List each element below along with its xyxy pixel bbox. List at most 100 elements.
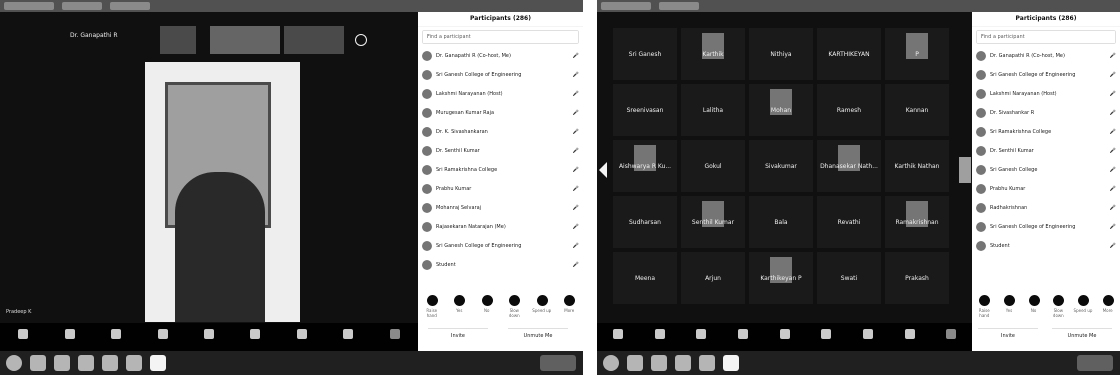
next-page-icon[interactable] [959,157,971,183]
participant-thumbnail[interactable] [210,26,280,54]
video-tile[interactable]: Senthil Kumar [681,196,745,248]
browser-icon[interactable] [30,355,46,371]
video-tile[interactable]: Sreenivasan [613,84,677,136]
record-button[interactable] [855,329,881,341]
leave-button[interactable] [938,329,964,341]
participant-row[interactable]: Sri Ganesh College of Engineering 🎤 [972,218,1120,237]
reaction-yes-icon[interactable] [454,295,466,306]
participant-row[interactable]: Radhakrishnan 🎤 [972,199,1120,218]
video-tile[interactable]: Karthikeyan P [749,252,813,304]
leave-button[interactable] [382,329,408,341]
unmute-button[interactable] [605,329,631,341]
unmute-me-button[interactable]: Unmute Me [508,328,568,343]
participant-row[interactable]: Lakshmi Narayanan (Host) 🎤 [418,85,583,104]
video-tile[interactable]: Sudharsan [613,196,677,248]
video-tile[interactable]: Swati [817,252,881,304]
zoom-taskbar-icon[interactable] [150,355,166,371]
participant-row[interactable]: Dr. Ganapathi R (Co-host, Me) 🎤 [972,47,1120,66]
unmute-me-button[interactable]: Unmute Me [1052,328,1112,343]
video-tile[interactable]: Ramesh [817,84,881,136]
participant-row[interactable]: Sri Ganesh College of Engineering 🎤 [418,66,583,85]
video-tile[interactable]: Arjun [681,252,745,304]
video-tile[interactable]: Kannan [885,84,949,136]
video-tile[interactable]: Karthik [681,28,745,80]
zoom-taskbar-icon[interactable] [723,355,739,371]
browser-tab[interactable] [601,2,651,10]
reaction-yes-icon[interactable] [1004,295,1015,306]
security-button[interactable] [103,329,129,341]
start-icon[interactable] [6,355,22,371]
invite-button[interactable]: Invite [978,328,1038,343]
video-tile[interactable]: Nithiya [749,28,813,80]
app-icon[interactable] [78,355,94,371]
start-video-button[interactable] [57,329,83,341]
browser-tab[interactable] [4,2,54,10]
reaction-no-icon[interactable] [481,295,493,306]
file-explorer-icon[interactable] [651,355,667,371]
reaction-slow-down-icon[interactable] [1053,295,1065,306]
video-tile[interactable]: Meena [613,252,677,304]
reactions-button[interactable] [335,329,361,341]
participants-button[interactable] [730,329,756,341]
participant-row[interactable]: Dr. Senthil Kumar 🎤 [972,142,1120,161]
video-tile[interactable]: Sivakumar [749,140,813,192]
video-tile[interactable]: Revathi [817,196,881,248]
start-video-button[interactable] [647,329,673,341]
participants-button[interactable] [150,329,176,341]
app-icon[interactable] [102,355,118,371]
video-tile[interactable]: KARTHIKEYAN [817,28,881,80]
participant-row[interactable]: Sri Ramakrishna College 🎤 [418,161,583,180]
participant-row[interactable]: Prabhu Kumar 🎤 [972,180,1120,199]
chat-button[interactable] [196,329,222,341]
video-tile[interactable]: Prakash [885,252,949,304]
browser-icon[interactable] [627,355,643,371]
participant-row[interactable]: Sri Ganesh College 🎤 [972,161,1120,180]
video-tile[interactable]: Mohan [749,84,813,136]
video-tile[interactable]: Dhanasekar Nath... [817,140,881,192]
system-tray-clock[interactable] [1077,355,1113,371]
start-icon[interactable] [603,355,619,371]
browser-tab[interactable] [62,2,102,10]
next-page-icon[interactable] [355,34,367,46]
participant-row[interactable]: Sri Ganesh College of Engineering 🎤 [418,237,583,256]
participant-thumbnail[interactable] [160,26,196,54]
participant-row[interactable]: Dr. Senthil Kumar 🎤 [418,142,583,161]
video-tile[interactable]: Sri Ganesh [613,28,677,80]
participant-row[interactable]: Student 🎤 [418,256,583,275]
reaction-slow-down-icon[interactable] [509,295,521,306]
participant-row[interactable]: Murugesan Kumar Raja 🎤 [418,104,583,123]
video-tile[interactable]: Gokul [681,140,745,192]
reaction-raise-hand-icon[interactable] [979,295,991,306]
participant-row[interactable]: Sri Ramakrishna College 🎤 [972,123,1120,142]
participant-row[interactable]: Rajasekaran Natarajan (Me) 🎤 [418,218,583,237]
app-icon[interactable] [699,355,715,371]
video-tile[interactable]: P [885,28,949,80]
reaction-speed-up-icon[interactable] [536,295,548,306]
participant-row[interactable]: Student 🎤 [972,237,1120,256]
invite-button[interactable]: Invite [428,328,488,343]
reaction-more-icon[interactable] [1102,295,1114,306]
reactions-button[interactable] [897,329,923,341]
app-icon[interactable] [126,355,142,371]
video-tile[interactable]: Ramakrishnan [885,196,949,248]
participant-search-input[interactable]: Find a participant [422,30,579,44]
video-tile[interactable]: Aishwarya R Ku... [613,140,677,192]
reaction-raise-hand-icon[interactable] [426,295,438,306]
reaction-no-icon[interactable] [1028,295,1040,306]
participant-row[interactable]: Dr. K. Sivashankaran 🎤 [418,123,583,142]
participant-row[interactable]: Prabhu Kumar 🎤 [418,180,583,199]
system-tray-clock[interactable] [540,355,576,371]
video-tile[interactable]: Bala [749,196,813,248]
app-icon[interactable] [675,355,691,371]
unmute-button[interactable] [10,329,36,341]
browser-tab[interactable] [659,2,699,10]
participant-row[interactable]: Lakshmi Narayanan (Host) 🎤 [972,85,1120,104]
browser-tab[interactable] [110,2,150,10]
participant-thumbnail[interactable] [284,26,344,54]
share-screen-button[interactable] [242,329,268,341]
reaction-more-icon[interactable] [564,295,576,306]
video-tile[interactable]: Karthik Nathan [885,140,949,192]
prev-page-icon[interactable] [599,162,607,178]
participant-row[interactable]: Sri Ganesh College of Engineering 🎤 [972,66,1120,85]
participant-row[interactable]: Dr. Sivashankar R 🎤 [972,104,1120,123]
